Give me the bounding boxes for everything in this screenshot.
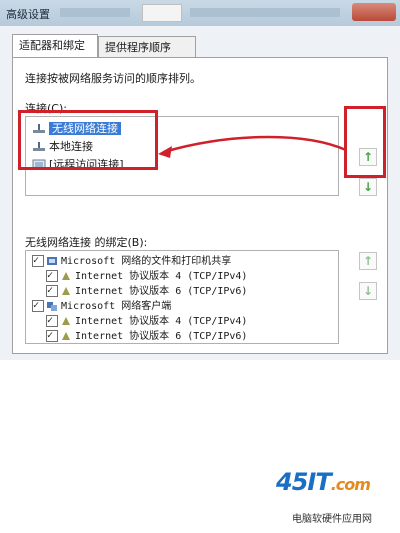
brand-subtitle: 电脑软硬件应用网 xyxy=(292,514,372,525)
annotation-arrow xyxy=(158,135,347,158)
brand-logo: 45IT.com xyxy=(276,468,371,496)
tab-adapters-bindings[interactable]: 适配器和绑定 xyxy=(12,34,98,57)
watermark: 45IT.com 电脑软硬件应用网 xyxy=(276,468,394,528)
